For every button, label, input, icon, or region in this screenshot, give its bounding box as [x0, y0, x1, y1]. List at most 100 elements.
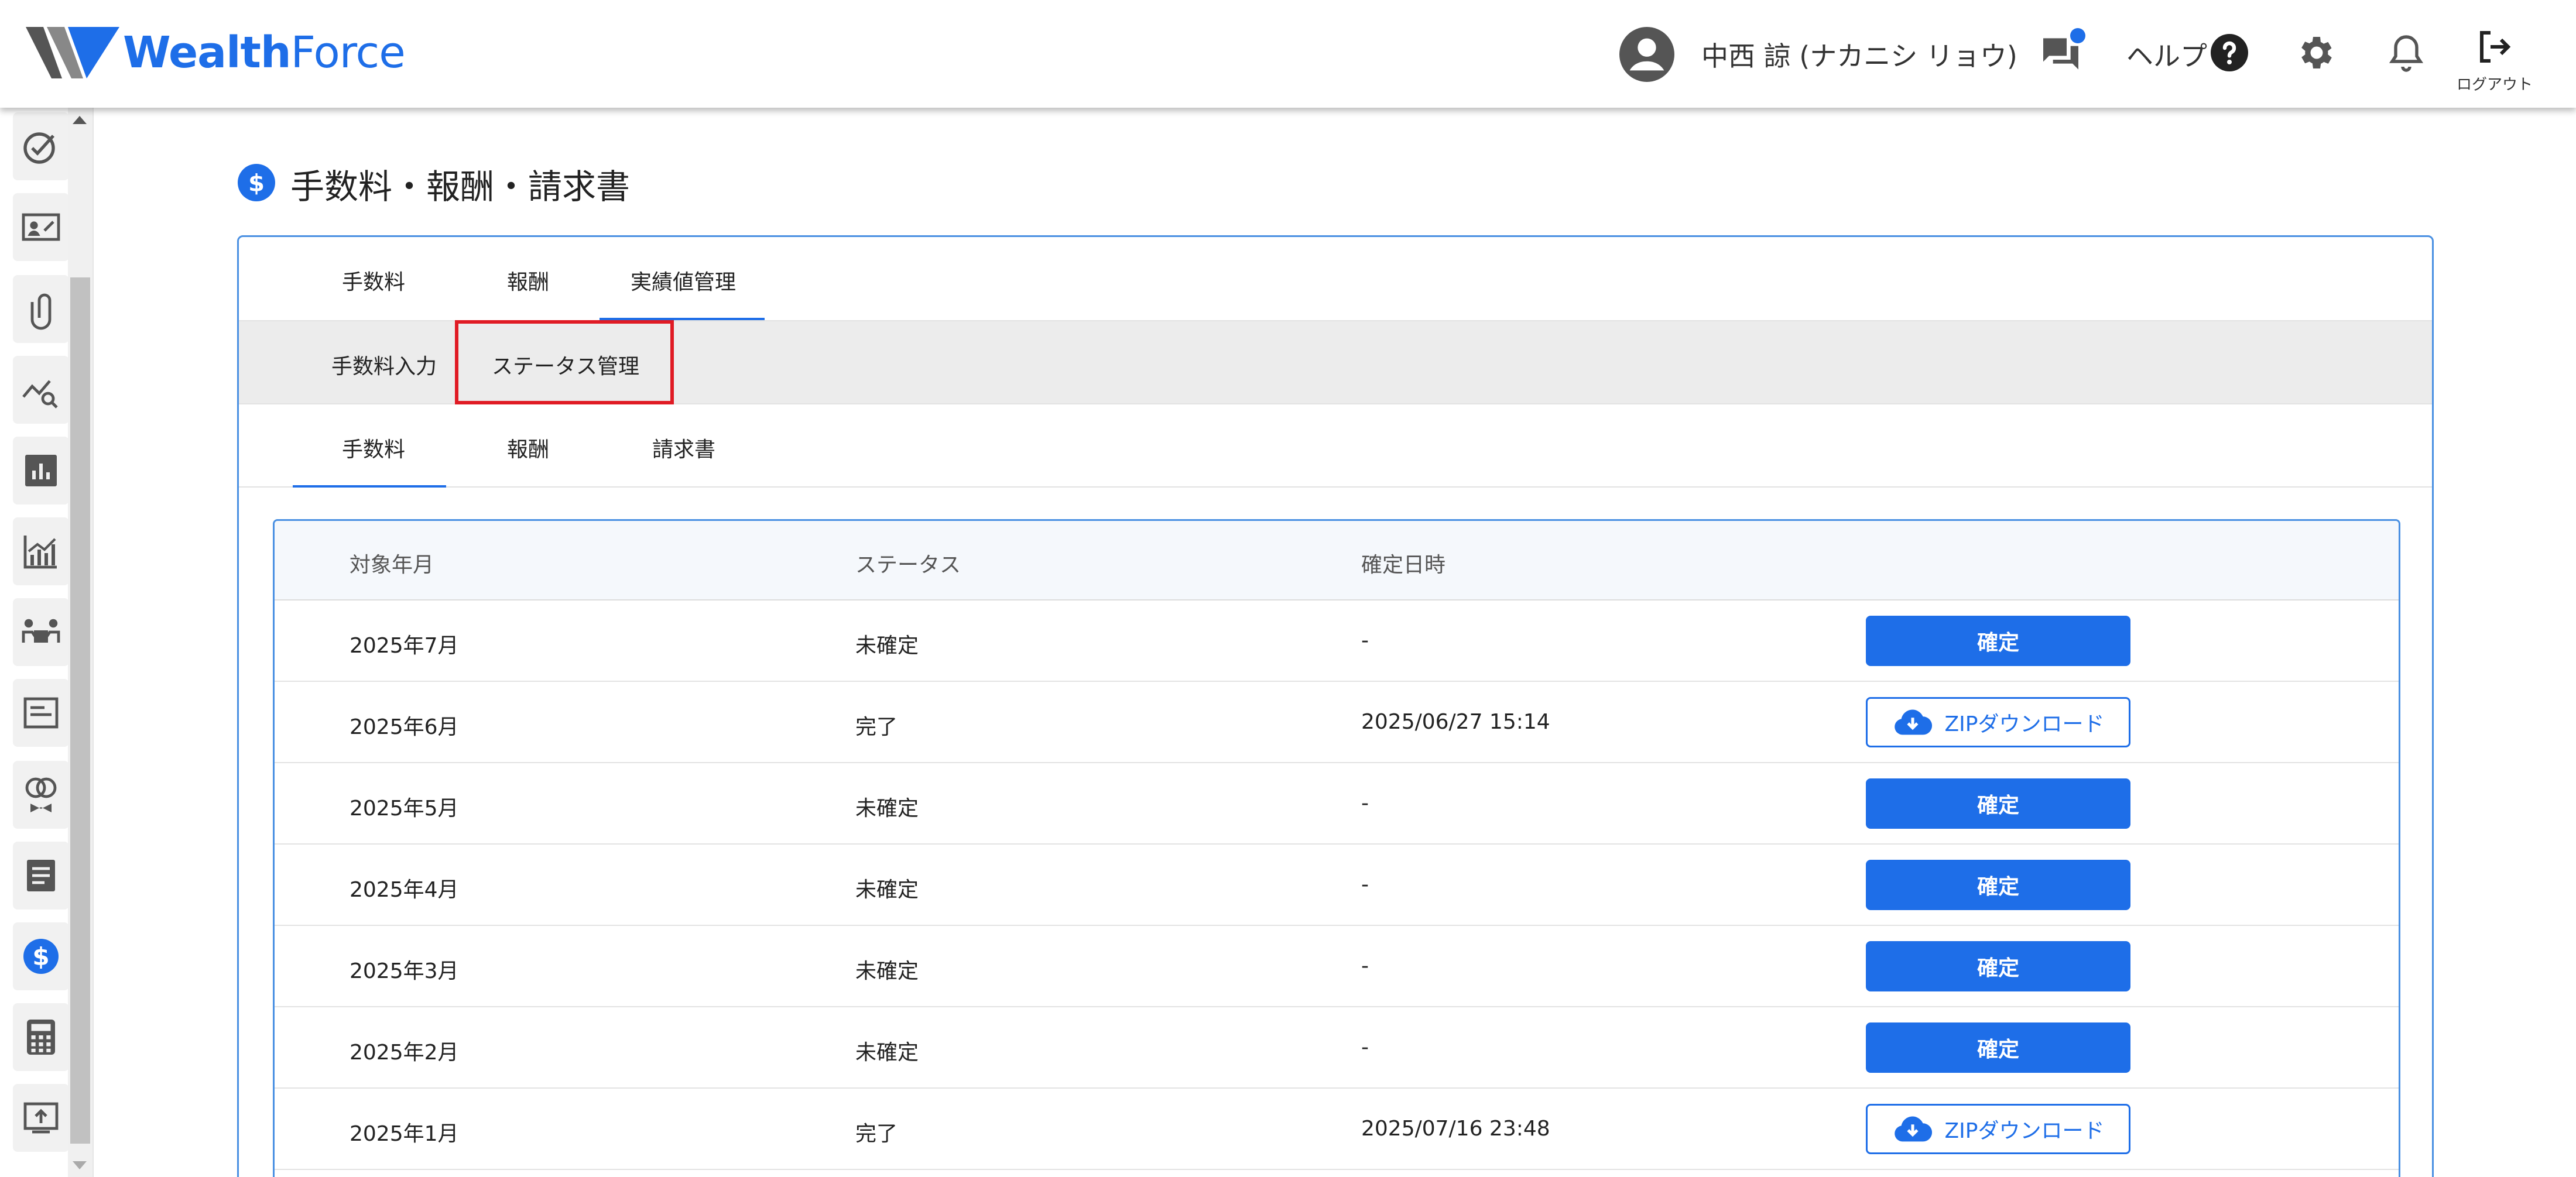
- svg-text:$: $: [32, 942, 49, 971]
- sidebar-item-reports[interactable]: [13, 437, 69, 505]
- notes-icon: [27, 860, 55, 891]
- cell-confirmed-at: 2025/07/16 23:48: [1361, 1117, 1550, 1141]
- cloud-download-icon: [1894, 709, 1932, 735]
- sidebar-item-calculator[interactable]: [13, 1003, 69, 1071]
- tab-rewards[interactable]: 報酬: [493, 265, 563, 296]
- sidebar-item-performance[interactable]: [13, 517, 69, 585]
- cell-confirmed-at: -: [1361, 1035, 1369, 1059]
- logo-text: WealthForce: [123, 28, 406, 78]
- confirm-button[interactable]: 確定: [1866, 860, 2130, 910]
- cell-target-month: 2025年5月: [350, 797, 459, 821]
- cell-confirmed-at: -: [1361, 954, 1369, 978]
- confirm-button[interactable]: 確定: [1866, 778, 2130, 829]
- user-avatar-icon[interactable]: [1619, 27, 1674, 82]
- wealthforce-logo[interactable]: WealthForce: [26, 23, 406, 82]
- sidebar-item-meetings[interactable]: [13, 598, 69, 666]
- trend-search-icon: [22, 380, 58, 409]
- scroll-down-arrow-icon[interactable]: [73, 1161, 87, 1169]
- zip-download-button[interactable]: ZIPダウンロード: [1866, 1104, 2130, 1154]
- sidebar-item-analysis[interactable]: [13, 356, 69, 424]
- primary-tabs: 手数料 報酬 実績値管理: [239, 237, 2432, 321]
- cell-status: 未確定: [855, 1041, 919, 1065]
- zip-download-label: ZIPダウンロード: [1944, 1119, 2105, 1143]
- tab-rewards-sub[interactable]: 報酬: [493, 433, 563, 463]
- sidebar-item-notes[interactable]: [13, 842, 69, 910]
- paperclip-icon: [30, 293, 52, 330]
- tab-actuals-management[interactable]: 実績値管理: [602, 265, 765, 296]
- confirm-button[interactable]: 確定: [1866, 1022, 2130, 1073]
- logout-label[interactable]: ログアウト: [2457, 73, 2533, 94]
- sidebar-item-matching[interactable]: [13, 761, 69, 829]
- zip-download-button[interactable]: ZIPダウンロード: [1866, 697, 2130, 747]
- help-icon[interactable]: [2211, 34, 2248, 71]
- gear-icon[interactable]: [2294, 32, 2336, 74]
- rings-icon: [25, 777, 57, 812]
- sidebar: $: [0, 108, 94, 1177]
- tertiary-tabs: 手数料 報酬 請求書: [239, 404, 2432, 488]
- page-title: 手数料・報酬・請求書: [290, 167, 631, 207]
- logout-icon[interactable]: [2473, 26, 2515, 68]
- zip-download-label: ZIPダウンロード: [1944, 712, 2105, 736]
- cell-status: 未確定: [855, 878, 919, 902]
- cell-status: 未確定: [855, 797, 919, 821]
- bar-chart-icon: [25, 455, 57, 486]
- table-row: 2025年3月 未確定 - 確定: [275, 926, 2399, 1007]
- cell-status: 完了: [855, 1122, 898, 1146]
- document-card-icon: [23, 697, 59, 729]
- column-header-status: ステータス: [855, 553, 961, 577]
- highlight-box: [455, 320, 674, 404]
- cell-confirmed-at: -: [1361, 629, 1369, 653]
- bell-icon[interactable]: [2385, 32, 2427, 74]
- sidebar-item-fees[interactable]: $: [13, 922, 69, 990]
- table-row: 2025年5月 未確定 - 確定: [275, 763, 2399, 845]
- secondary-tabs: 手数料入力 ステータス管理: [239, 320, 2432, 404]
- tab-fee-input[interactable]: 手数料入力: [315, 349, 453, 380]
- table-header: 対象年月 ステータス 確定日時: [275, 521, 2399, 600]
- scroll-up-arrow-icon[interactable]: [73, 116, 87, 124]
- cell-target-month: 2025年1月: [350, 1122, 459, 1146]
- user-name[interactable]: 中西 諒 (ナカニシ リョウ): [1701, 35, 2017, 74]
- table-row: 2025年7月 未確定 - 確定: [275, 600, 2399, 682]
- meeting-icon: [22, 619, 60, 643]
- svg-text:$: $: [248, 170, 265, 197]
- dollar-icon: $: [23, 939, 59, 974]
- cloud-download-icon: [1894, 1116, 1932, 1142]
- cell-target-month: 2025年6月: [350, 715, 459, 739]
- confirm-button[interactable]: 確定: [1866, 616, 2130, 666]
- active-subtab-indicator: [293, 485, 446, 488]
- tab-fees[interactable]: 手数料: [338, 265, 409, 296]
- upload-screen-icon: [23, 1102, 59, 1134]
- cell-target-month: 2025年4月: [350, 878, 459, 902]
- help-label[interactable]: ヘルプ: [2126, 35, 2207, 74]
- sidebar-item-attachments[interactable]: [13, 275, 69, 343]
- cell-status: 未確定: [855, 634, 919, 658]
- confirm-button[interactable]: 確定: [1866, 941, 2130, 991]
- column-header-confirmed-at: 確定日時: [1361, 553, 1446, 577]
- app-header: WealthForce 中西 諒 (ナカニシ リョウ) ヘルプ ログアウト: [0, 0, 2576, 108]
- table-row: 2025年6月 完了 2025/06/27 15:14 ZIPダウンロード: [275, 682, 2399, 763]
- sidebar-scrollbar-thumb[interactable]: [70, 277, 90, 1144]
- tab-fees-sub[interactable]: 手数料: [338, 433, 409, 463]
- chat-notification-dot: [2070, 28, 2085, 43]
- id-card-icon: [22, 213, 60, 241]
- sidebar-item-id-card[interactable]: [13, 193, 69, 261]
- cell-status: 未確定: [855, 959, 919, 983]
- cell-confirmed-at: 2025/06/27 15:14: [1361, 710, 1550, 734]
- main-card: 手数料 報酬 実績値管理 手数料入力 ステータス管理 手数料 報酬 請求書 対象…: [237, 235, 2434, 1177]
- sidebar-item-check[interactable]: [13, 112, 69, 180]
- dollar-icon: $: [238, 164, 275, 201]
- cell-target-month: 2025年2月: [350, 1041, 459, 1065]
- cell-status: 完了: [855, 715, 898, 739]
- table-row: 2025年4月 未確定 - 確定: [275, 845, 2399, 926]
- column-header-target-month: 対象年月: [350, 553, 434, 577]
- growth-chart-icon: [23, 536, 57, 569]
- status-table: 対象年月 ステータス 確定日時 2025年7月 未確定 - 確定 2025年6月 完了 20…: [273, 519, 2400, 1177]
- sidebar-item-upload[interactable]: [13, 1084, 69, 1152]
- cell-confirmed-at: -: [1361, 873, 1369, 897]
- table-row: 2025年1月 完了 2025/07/16 23:48 ZIPダウンロード: [275, 1089, 2399, 1170]
- table-row: 2025年2月 未確定 - 確定: [275, 1007, 2399, 1089]
- calculator-icon: [27, 1020, 55, 1055]
- check-circle-icon: [23, 132, 55, 164]
- sidebar-item-documents[interactable]: [13, 679, 69, 747]
- tab-invoices-sub[interactable]: 請求書: [643, 433, 725, 463]
